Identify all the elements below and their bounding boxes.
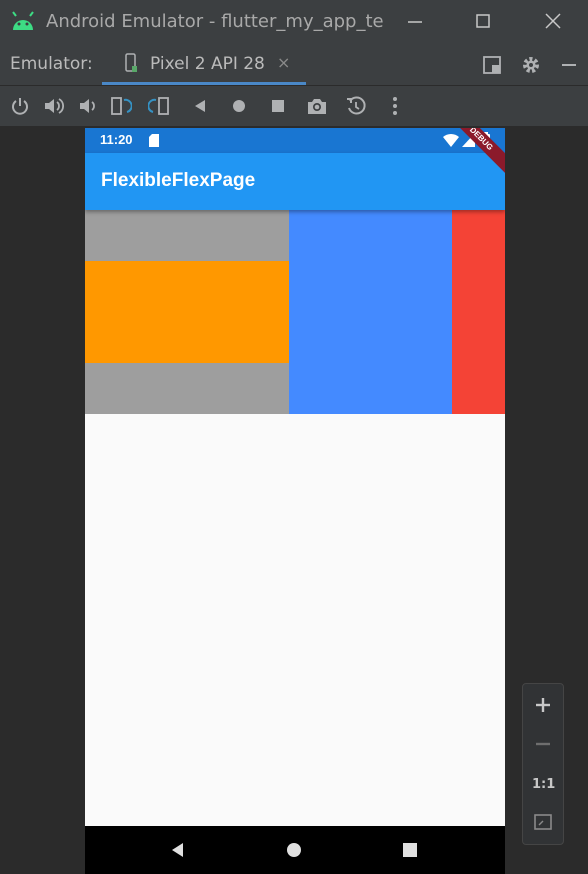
- camera-icon[interactable]: [306, 95, 328, 117]
- minimize-button[interactable]: [400, 8, 430, 36]
- grey-flexible-box: [85, 210, 289, 414]
- settings-gear-icon[interactable]: [520, 54, 542, 76]
- tab-pixel-2-api-28[interactable]: Pixel 2 API 28 ×: [102, 44, 306, 85]
- minimize-panel-icon[interactable]: [558, 54, 580, 76]
- window-mode-icon[interactable]: [481, 54, 503, 76]
- emulator-toolbar: [0, 86, 588, 126]
- close-icon: [545, 13, 561, 29]
- android-nav-bar: [85, 826, 505, 874]
- zoom-in-icon[interactable]: [532, 694, 554, 716]
- home-icon[interactable]: [228, 95, 250, 117]
- power-icon[interactable]: [9, 95, 31, 117]
- snapshot-restore-icon[interactable]: [345, 95, 367, 117]
- red-flexible-box: [452, 210, 505, 414]
- sd-card-icon: [149, 134, 159, 147]
- wifi-icon: [443, 133, 459, 147]
- flexible-row: [85, 210, 505, 414]
- rotate-right-icon[interactable]: [148, 95, 170, 117]
- zoom-fit-icon[interactable]: [532, 811, 554, 833]
- tab-label: Pixel 2 API 28: [150, 54, 265, 74]
- zoom-panel: 1:1: [522, 683, 564, 845]
- app-bar-title: FlexibleFlexPage: [101, 170, 256, 191]
- volume-up-icon[interactable]: [42, 95, 64, 117]
- status-time: 11:20: [100, 132, 133, 147]
- emulator-tabbar: Emulator: Pixel 2 API 28 ×: [0, 44, 588, 86]
- overview-icon[interactable]: [267, 95, 289, 117]
- status-bar: 11:20: [85, 128, 505, 153]
- emulator-label: Emulator:: [10, 54, 93, 74]
- tab-close-icon[interactable]: ×: [277, 53, 290, 72]
- active-tab-indicator: [102, 82, 306, 85]
- minimize-icon: [408, 21, 422, 23]
- maximize-button[interactable]: [468, 8, 498, 36]
- app-bar: FlexibleFlexPage: [85, 153, 505, 210]
- nav-overview-icon[interactable]: [400, 840, 420, 860]
- nav-back-icon[interactable]: [168, 840, 188, 860]
- rotate-left-icon[interactable]: [110, 95, 132, 117]
- device-phone-icon: [125, 53, 137, 72]
- orange-inner-box: [85, 261, 289, 363]
- close-window-button[interactable]: [538, 8, 568, 36]
- blue-flexible-box: [289, 210, 452, 414]
- zoom-one-to-one-button[interactable]: 1:1: [532, 774, 555, 796]
- zoom-out-icon[interactable]: [532, 733, 554, 755]
- maximize-icon: [476, 14, 490, 28]
- more-icon[interactable]: [384, 95, 406, 117]
- android-logo-icon: [12, 11, 34, 30]
- volume-down-icon[interactable]: [76, 95, 98, 117]
- nav-home-icon[interactable]: [284, 840, 304, 860]
- window-titlebar: Android Emulator - flutter_my_app_te: [0, 0, 588, 44]
- window-title: Android Emulator - flutter_my_app_te: [46, 11, 384, 32]
- device-screen[interactable]: 11:20 DEBUG FlexibleFlexPage: [85, 128, 505, 874]
- back-icon[interactable]: [189, 95, 211, 117]
